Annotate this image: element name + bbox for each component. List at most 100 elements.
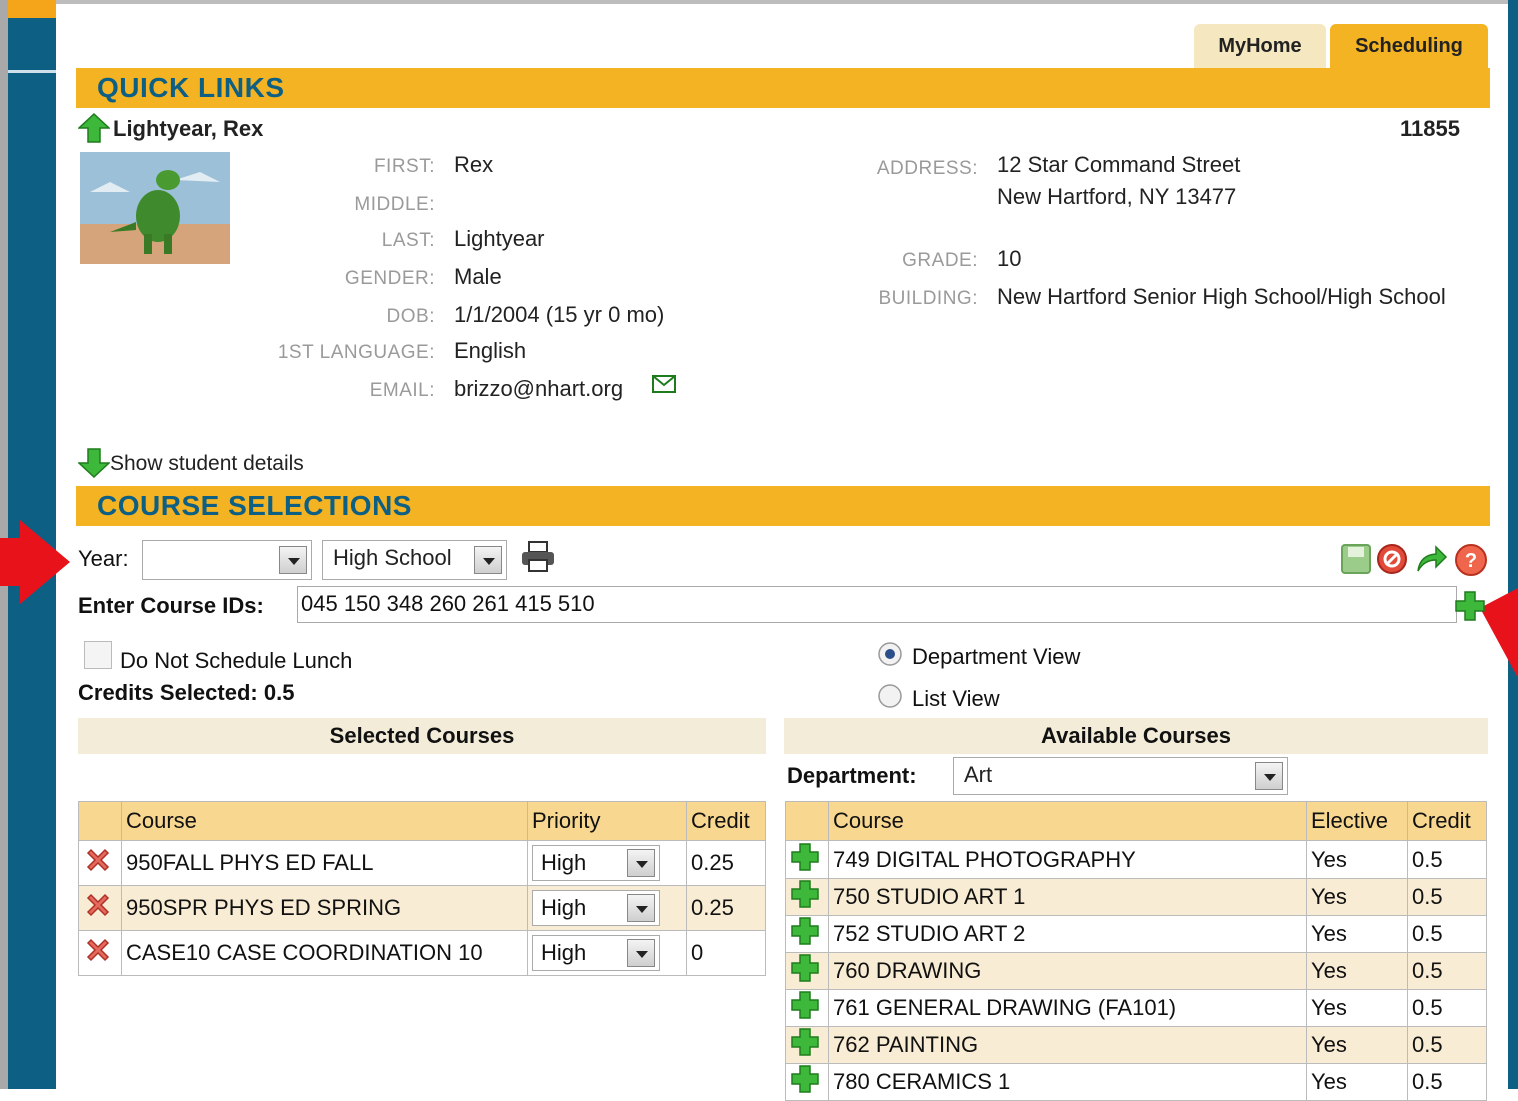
priority-select[interactable]: High — [532, 890, 660, 926]
available-courses-title: Available Courses — [784, 718, 1488, 754]
do-not-schedule-lunch-label: Do Not Schedule Lunch — [120, 648, 353, 673]
quick-links-header: QUICK LINKS — [76, 68, 1490, 108]
show-student-details-link[interactable]: Show student details — [110, 452, 304, 476]
course-name: 749 DIGITAL PHOTOGRAPHY — [828, 840, 1307, 879]
course-credit: 0 — [686, 930, 766, 976]
add-icon[interactable] — [790, 916, 820, 946]
gender-label: GENDER: — [344, 268, 435, 289]
year-select[interactable] — [142, 540, 312, 580]
course-ids-input[interactable]: 045 150 348 260 261 415 510 — [297, 586, 1457, 623]
add-icon[interactable] — [790, 879, 820, 909]
forward-arrow-icon[interactable] — [1414, 543, 1448, 575]
add-course-ids-icon[interactable] — [1454, 590, 1486, 622]
priority-value: High — [541, 850, 587, 875]
selected-courses-title: Selected Courses — [78, 718, 766, 754]
priority-value: High — [541, 895, 587, 920]
language-value: English — [454, 338, 527, 363]
grade-label: GRADE: — [902, 250, 978, 271]
add-icon[interactable] — [790, 842, 820, 872]
table-row: 950FALL PHYS ED FALL High 0.25 — [78, 840, 766, 886]
department-select-value: Art — [964, 762, 993, 787]
remove-icon[interactable] — [83, 890, 113, 920]
course-selections-header: COURSE SELECTIONS — [76, 486, 1490, 526]
course-credit: 0.25 — [686, 885, 766, 931]
address-line2: New Hartford, NY 13477 — [997, 184, 1237, 209]
course-credit: 0.5 — [1407, 989, 1487, 1027]
course-elective: Yes — [1306, 952, 1408, 990]
department-view-label: Department View — [912, 644, 1081, 669]
course-credit: 0.5 — [1407, 840, 1487, 879]
available-courses-table: Course Elective Credit 749 DIGITAL PHOTO… — [785, 801, 1487, 1101]
add-icon[interactable] — [790, 1027, 820, 1057]
add-icon[interactable] — [790, 990, 820, 1020]
first-value: Rex — [454, 152, 494, 177]
student-name: Lightyear, Rex — [113, 116, 264, 141]
cancel-icon[interactable] — [1376, 543, 1408, 575]
annotation-arrow-left — [0, 520, 70, 604]
student-id: 11855 — [1400, 116, 1460, 141]
email-link[interactable]: brizzo@nhart.org — [454, 376, 623, 402]
table-header-row: Course Elective Credit — [785, 801, 1487, 841]
chevron-down-icon[interactable] — [627, 849, 655, 877]
col-header-course: Course — [828, 801, 1307, 841]
priority-select[interactable]: High — [532, 845, 660, 881]
last-value: Lightyear — [454, 226, 545, 251]
course-elective: Yes — [1306, 840, 1408, 879]
top-border — [56, 0, 1508, 4]
last-label: LAST: — [381, 230, 435, 251]
address-label: ADDRESS: — [876, 158, 978, 179]
school-select-value: High School — [333, 545, 452, 570]
priority-select[interactable]: High — [532, 935, 660, 971]
student-photo — [80, 152, 230, 264]
course-name: 750 STUDIO ART 1 — [828, 878, 1307, 916]
course-name: 760 DRAWING — [828, 952, 1307, 990]
do-not-schedule-lunch-checkbox[interactable] — [84, 641, 112, 669]
up-arrow-icon[interactable] — [78, 113, 110, 143]
chevron-down-icon[interactable] — [474, 546, 502, 574]
course-name: 950SPR PHYS ED SPRING — [121, 885, 528, 931]
down-arrow-icon[interactable] — [78, 448, 110, 478]
course-credit: 0.5 — [1407, 952, 1487, 990]
chevron-down-icon[interactable] — [627, 894, 655, 922]
table-row: 752 STUDIO ART 2 Yes 0.5 — [785, 915, 1487, 953]
list-view-label: List View — [912, 686, 1000, 711]
chevron-down-icon[interactable] — [627, 939, 655, 967]
course-credit: 0.25 — [686, 840, 766, 886]
table-row: 749 DIGITAL PHOTOGRAPHY Yes 0.5 — [785, 840, 1487, 879]
chevron-down-icon[interactable] — [1255, 762, 1283, 790]
add-icon[interactable] — [790, 953, 820, 983]
add-icon[interactable] — [790, 1064, 820, 1094]
remove-icon[interactable] — [83, 935, 113, 965]
table-row: 760 DRAWING Yes 0.5 — [785, 952, 1487, 990]
table-row: 780 CERAMICS 1 Yes 0.5 — [785, 1063, 1487, 1101]
dob-label: DOB: — [386, 306, 435, 327]
course-name: 752 STUDIO ART 2 — [828, 915, 1307, 953]
save-icon[interactable] — [1340, 543, 1372, 575]
course-elective: Yes — [1306, 989, 1408, 1027]
school-select[interactable]: High School — [322, 540, 507, 580]
envelope-icon[interactable] — [652, 374, 676, 394]
selected-courses-table: Course Priority Credit 950FALL PHYS ED F… — [78, 801, 766, 976]
department-select[interactable]: Art — [953, 757, 1288, 795]
dob-value: 1/1/2004 (15 yr 0 mo) — [454, 302, 665, 327]
chevron-down-icon[interactable] — [279, 546, 307, 574]
list-view-radio[interactable] — [877, 683, 903, 709]
tab-scheduling[interactable]: Scheduling — [1330, 24, 1488, 69]
tab-myhome[interactable]: MyHome — [1194, 24, 1326, 69]
priority-value: High — [541, 940, 587, 965]
email-label: EMAIL: — [369, 380, 435, 401]
remove-icon[interactable] — [83, 845, 113, 875]
print-icon[interactable] — [520, 540, 556, 574]
course-name: 780 CERAMICS 1 — [828, 1063, 1307, 1101]
col-header-credit: Credit — [686, 801, 766, 841]
table-row: 762 PAINTING Yes 0.5 — [785, 1026, 1487, 1064]
gender-value: Male — [454, 264, 502, 289]
help-icon[interactable]: ? — [1454, 543, 1488, 577]
department-view-radio[interactable] — [877, 641, 903, 667]
enter-course-ids-label: Enter Course IDs: — [78, 593, 264, 618]
language-label: 1ST LANGUAGE: — [277, 342, 435, 363]
col-header-course: Course — [121, 801, 528, 841]
address-line1: 12 Star Command Street — [997, 152, 1241, 177]
grade-value: 10 — [997, 246, 1022, 271]
table-row: CASE10 CASE COORDINATION 10 High 0 — [78, 930, 766, 976]
